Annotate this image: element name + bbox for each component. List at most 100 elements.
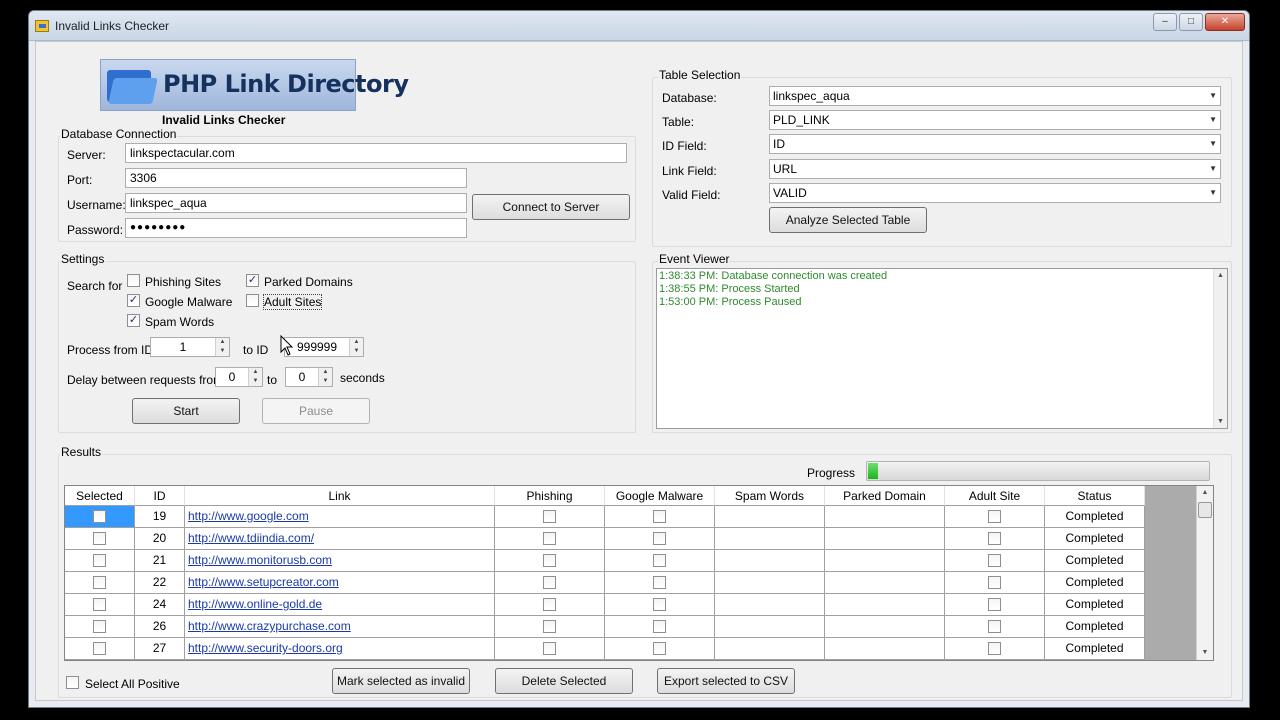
phishing-sites-checkbox[interactable]: [127, 274, 140, 287]
row-google-malware-checkbox[interactable]: [653, 554, 666, 568]
row-google-malware-checkbox[interactable]: [653, 532, 666, 546]
column-header-selected[interactable]: Selected: [65, 486, 135, 506]
column-header-parked-domain[interactable]: Parked Domain: [825, 486, 945, 506]
cell-spam-words[interactable]: [715, 572, 825, 594]
row-selected-checkbox[interactable]: [93, 576, 106, 590]
cell-status[interactable]: Completed: [1045, 594, 1145, 616]
to-id-spinner[interactable]: 999999 ▲ ▼: [284, 337, 364, 357]
cell-adult-site[interactable]: [945, 638, 1045, 660]
cell-spam-words[interactable]: [715, 616, 825, 638]
row-adult-site-checkbox[interactable]: [988, 554, 1001, 568]
row-phishing-checkbox[interactable]: [543, 576, 556, 590]
valid-field-select[interactable]: VALID ▼: [769, 183, 1221, 203]
row-adult-site-checkbox[interactable]: [988, 620, 1001, 634]
cell-parked-domain[interactable]: [825, 638, 945, 660]
cell-link[interactable]: http://www.monitorusb.com: [185, 550, 495, 572]
process-from-spinner[interactable]: 1 ▲ ▼: [150, 337, 230, 357]
cell-parked-domain[interactable]: [825, 528, 945, 550]
row-selected-checkbox[interactable]: [93, 532, 106, 546]
cell-parked-domain[interactable]: [825, 550, 945, 572]
event-log[interactable]: 1:38:33 PM: Database connection was crea…: [656, 268, 1228, 429]
delay-from-spinner[interactable]: 0 ▲ ▼: [215, 367, 263, 387]
row-adult-site-checkbox[interactable]: [988, 510, 1001, 524]
cell-link[interactable]: http://www.tdiindia.com/: [185, 528, 495, 550]
row-google-malware-checkbox[interactable]: [653, 510, 666, 524]
server-input[interactable]: linkspectacular.com: [125, 143, 627, 163]
parked-domains-checkbox[interactable]: ✓: [246, 274, 259, 287]
cell-phishing[interactable]: [495, 594, 605, 616]
maximize-button[interactable]: □: [1179, 13, 1203, 31]
cell-phishing[interactable]: [495, 572, 605, 594]
cell-selected[interactable]: [65, 572, 135, 594]
column-header-adult-site[interactable]: Adult Site: [945, 486, 1045, 506]
row-selected-checkbox[interactable]: [93, 642, 106, 656]
scroll-down-icon[interactable]: ▼: [1197, 646, 1213, 660]
cell-google-malware[interactable]: [605, 594, 715, 616]
cell-id[interactable]: 22: [135, 572, 185, 594]
column-header-link[interactable]: Link: [185, 486, 495, 506]
row-google-malware-checkbox[interactable]: [653, 598, 666, 612]
spinner-arrows-icon[interactable]: ▲ ▼: [215, 338, 229, 356]
row-phishing-checkbox[interactable]: [543, 598, 556, 612]
spinner-arrows-icon[interactable]: ▲ ▼: [318, 368, 332, 386]
cell-id[interactable]: 21: [135, 550, 185, 572]
row-selected-checkbox[interactable]: [93, 620, 106, 634]
cell-adult-site[interactable]: [945, 616, 1045, 638]
cell-adult-site[interactable]: [945, 572, 1045, 594]
start-button[interactable]: Start: [132, 398, 240, 424]
cell-status[interactable]: Completed: [1045, 572, 1145, 594]
cell-selected[interactable]: [65, 638, 135, 660]
cell-parked-domain[interactable]: [825, 616, 945, 638]
row-selected-checkbox[interactable]: [93, 554, 106, 568]
table-select[interactable]: PLD_LINK ▼: [769, 110, 1221, 130]
connect-to-server-button[interactable]: Connect to Server: [472, 194, 630, 220]
analyze-selected-table-button[interactable]: Analyze Selected Table: [769, 207, 927, 233]
cell-phishing[interactable]: [495, 638, 605, 660]
cell-adult-site[interactable]: [945, 594, 1045, 616]
username-input[interactable]: linkspec_aqua: [125, 193, 467, 213]
cell-google-malware[interactable]: [605, 528, 715, 550]
export-csv-button[interactable]: Export selected to CSV: [657, 668, 795, 694]
spinner-arrows-icon[interactable]: ▲ ▼: [349, 338, 363, 356]
row-adult-site-checkbox[interactable]: [988, 598, 1001, 612]
row-phishing-checkbox[interactable]: [543, 532, 556, 546]
cell-spam-words[interactable]: [715, 638, 825, 660]
results-grid[interactable]: Selected ID Link Phishing Google Malware Spam…: [64, 485, 1214, 661]
spam-words-checkbox[interactable]: ✓: [127, 314, 140, 327]
link-field-select[interactable]: URL ▼: [769, 159, 1221, 179]
cell-id[interactable]: 20: [135, 528, 185, 550]
cell-link[interactable]: http://www.online-gold.de: [185, 594, 495, 616]
database-select[interactable]: linkspec_aqua ▼: [769, 86, 1221, 106]
row-google-malware-checkbox[interactable]: [653, 576, 666, 590]
column-header-spam-words[interactable]: Spam Words: [715, 486, 825, 506]
scroll-thumb[interactable]: [1198, 502, 1212, 518]
cell-link[interactable]: http://www.crazypurchase.com: [185, 616, 495, 638]
scroll-up-icon[interactable]: ▲: [1197, 486, 1213, 500]
results-grid-scrollbar[interactable]: ▲ ▼: [1196, 486, 1213, 660]
row-google-malware-checkbox[interactable]: [653, 620, 666, 634]
pause-button[interactable]: Pause: [262, 398, 370, 424]
cell-adult-site[interactable]: [945, 550, 1045, 572]
cell-link[interactable]: http://www.setupcreator.com: [185, 572, 495, 594]
cell-phishing[interactable]: [495, 550, 605, 572]
cell-selected[interactable]: [65, 616, 135, 638]
cell-spam-words[interactable]: [715, 594, 825, 616]
adult-sites-checkbox[interactable]: [246, 294, 259, 307]
cell-id[interactable]: 26: [135, 616, 185, 638]
cell-id[interactable]: 24: [135, 594, 185, 616]
cell-status[interactable]: Completed: [1045, 638, 1145, 660]
cell-status[interactable]: Completed: [1045, 506, 1145, 528]
cell-google-malware[interactable]: [605, 550, 715, 572]
select-all-positive-checkbox[interactable]: [66, 676, 79, 689]
cell-id[interactable]: 27: [135, 638, 185, 660]
cell-google-malware[interactable]: [605, 638, 715, 660]
row-adult-site-checkbox[interactable]: [988, 532, 1001, 546]
cell-adult-site[interactable]: [945, 528, 1045, 550]
row-selected-checkbox[interactable]: [93, 598, 106, 612]
column-header-status[interactable]: Status: [1045, 486, 1145, 506]
cell-id[interactable]: 19: [135, 506, 185, 528]
spinner-arrows-icon[interactable]: ▲ ▼: [248, 368, 262, 386]
cell-status[interactable]: Completed: [1045, 528, 1145, 550]
title-bar[interactable]: Invalid Links Checker – □ ✕: [29, 11, 1249, 41]
cell-selected[interactable]: [65, 506, 135, 528]
